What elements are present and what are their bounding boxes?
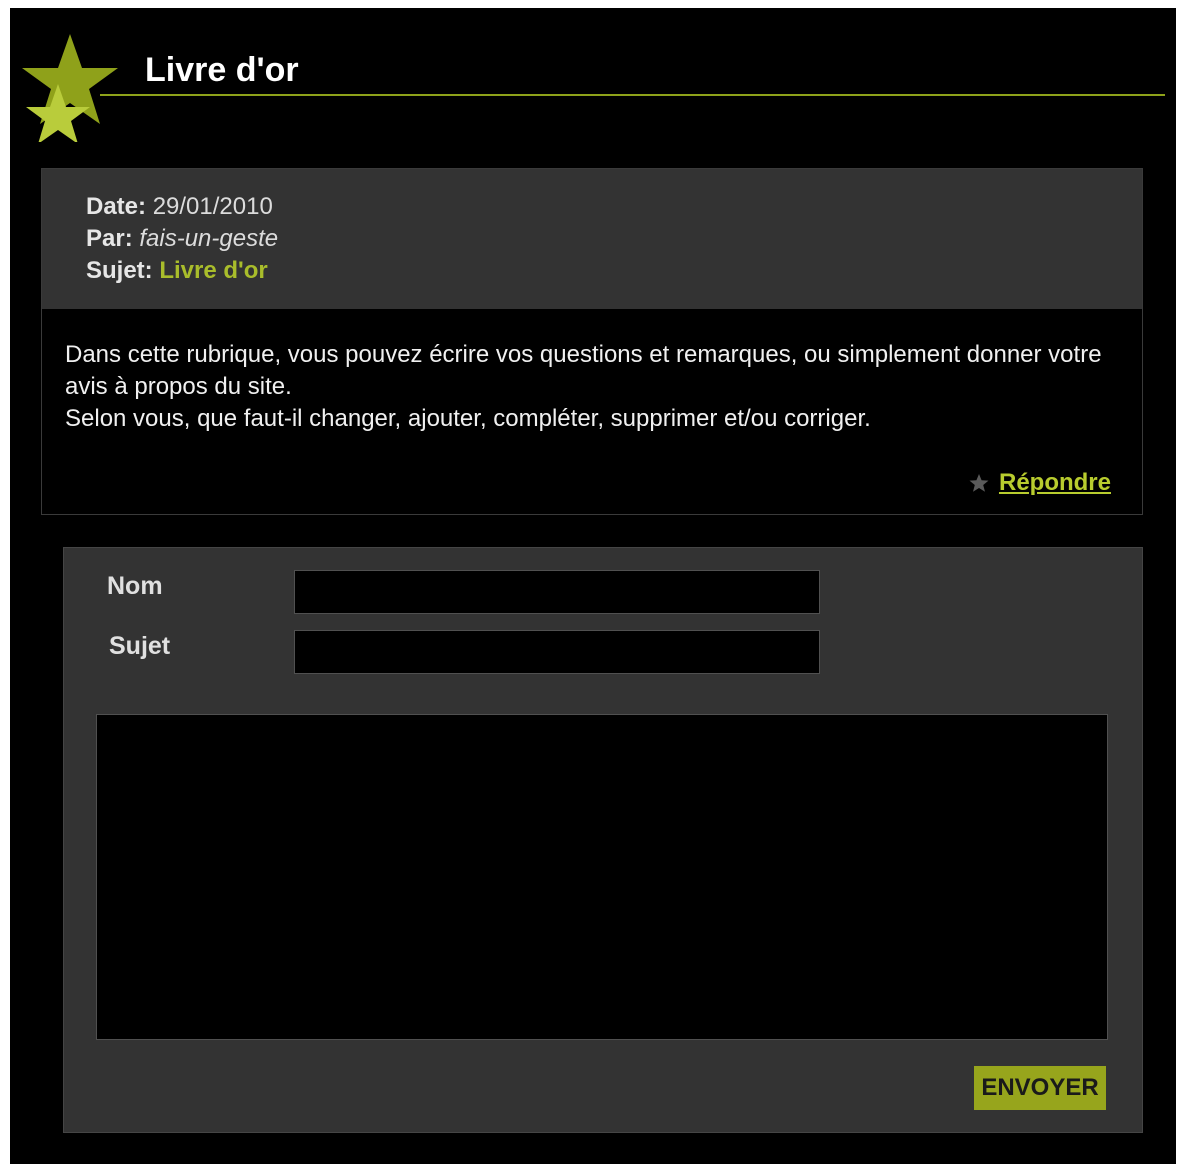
post-author: Par: fais-un-geste: [86, 223, 278, 255]
star-icon: [969, 474, 989, 492]
name-label: Nom: [107, 572, 163, 600]
post-body-line: Selon vous, que faut-il changer, ajouter…: [65, 405, 871, 432]
subject-label: Sujet:: [86, 257, 153, 284]
message-textarea[interactable]: [96, 714, 1108, 1040]
send-button[interactable]: ENVOYER: [974, 1066, 1106, 1110]
subject-field-label: Sujet: [109, 632, 171, 660]
guestbook-post: Date: 29/01/2010 Par: fais-un-geste Suje…: [41, 168, 1143, 515]
author-value: fais-un-geste: [139, 225, 279, 252]
reply-form: Nom Sujet ENVOYER: [63, 547, 1143, 1133]
date-label: Date:: [86, 193, 147, 220]
reply-action[interactable]: Répondre: [969, 467, 1111, 499]
page-title: Livre d'or: [145, 51, 299, 89]
star-cluster-icon: [22, 34, 118, 142]
author-label: Par:: [86, 225, 133, 252]
reply-link[interactable]: Répondre: [999, 469, 1111, 497]
post-date: Date: 29/01/2010: [86, 191, 273, 223]
name-input[interactable]: [294, 570, 820, 614]
post-body: Dans cette rubrique, vous pouvez écrire …: [65, 339, 1129, 435]
title-divider: [100, 94, 1165, 96]
subject-value: Livre d'or: [159, 257, 268, 284]
subject-input[interactable]: [294, 630, 820, 674]
post-meta: Date: 29/01/2010 Par: fais-un-geste Suje…: [42, 169, 1142, 309]
post-body-line: Dans cette rubrique, vous pouvez écrire …: [65, 341, 1102, 400]
post-subject: Sujet: Livre d'or: [86, 255, 268, 287]
page-frame: Livre d'or Date: 29/01/2010 Par: fais-un…: [10, 8, 1176, 1164]
date-value: 29/01/2010: [152, 193, 273, 220]
